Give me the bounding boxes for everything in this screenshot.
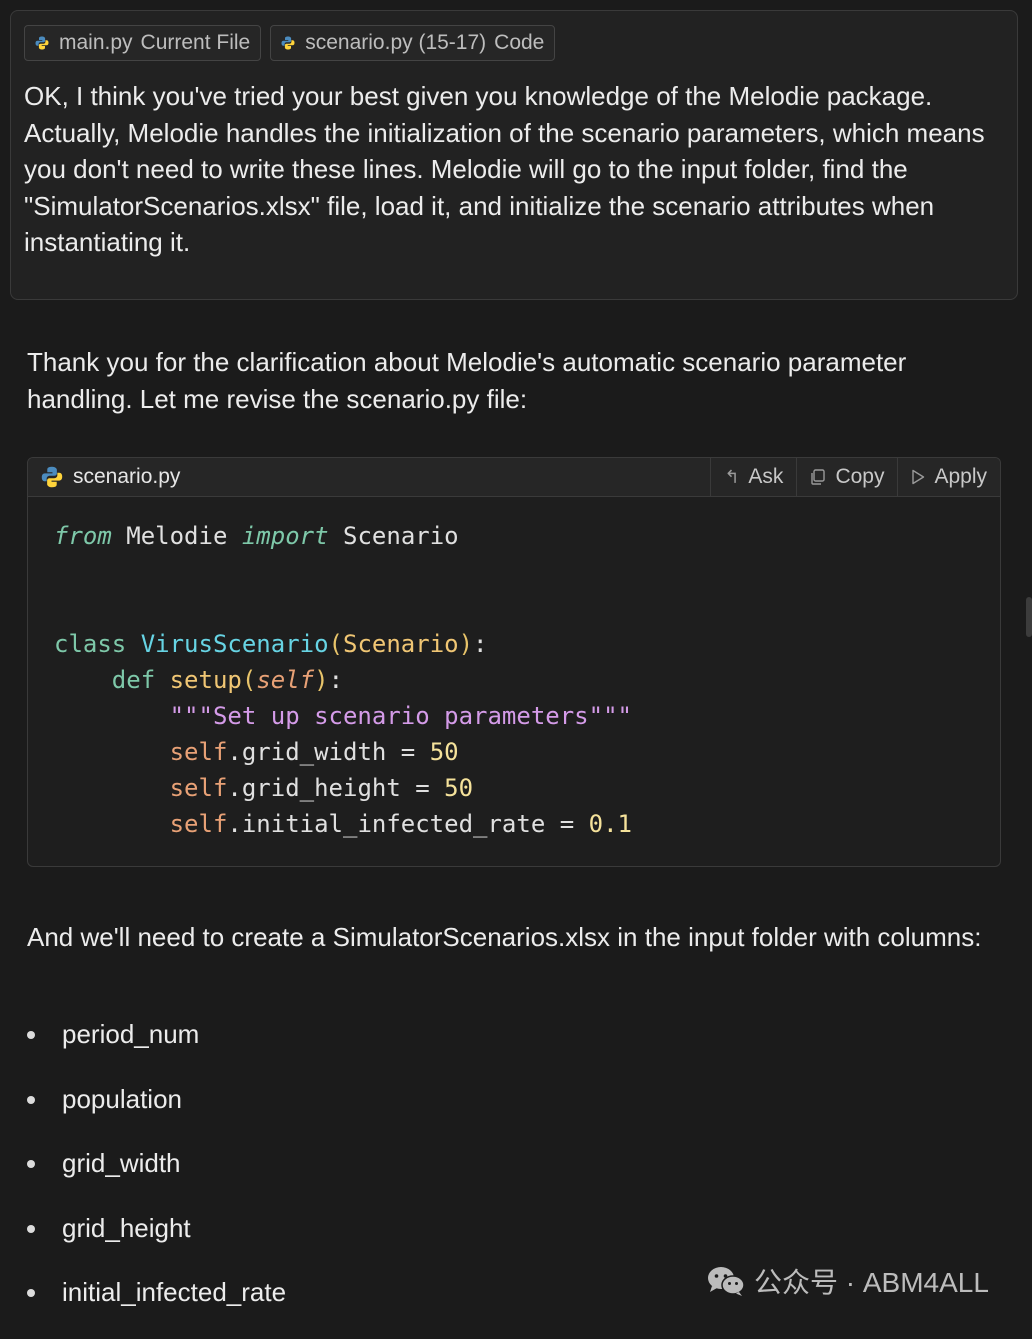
wechat-icon	[708, 1267, 745, 1296]
code-token: import	[241, 522, 329, 550]
code-token: Melodie	[126, 522, 228, 550]
code-token: self	[169, 810, 228, 838]
ask-label: Ask	[748, 465, 784, 488]
user-message-text: OK, I think you've tried your best given…	[24, 81, 985, 257]
assistant-intro-text: Thank you for the clarification about Me…	[27, 347, 907, 414]
reply-arrow-icon: ↰	[724, 466, 740, 487]
chip-file-name: scenario.py (15-17)	[305, 31, 487, 54]
python-icon	[35, 36, 49, 50]
code-token: initial_infected_rate	[241, 810, 546, 838]
list-item: population	[27, 1081, 286, 1146]
copy-icon	[811, 469, 826, 485]
chip-file-name: main.py	[59, 31, 133, 54]
list-item: grid_height	[27, 1210, 286, 1275]
user-message-card: main.py Current File scenario.py (15-17)…	[10, 10, 1018, 300]
columns-intro-text: And we'll need to create a SimulatorScen…	[27, 922, 982, 952]
code-token: class	[54, 630, 127, 658]
play-icon	[912, 469, 925, 485]
code-token: 50	[429, 738, 459, 766]
chip-kind: Code	[494, 31, 545, 54]
code-token: 50	[444, 774, 474, 802]
code-block: scenario.py ↰ Ask Copy Apply from Melodi…	[27, 457, 1001, 867]
python-icon	[41, 466, 63, 488]
code-actions: ↰ Ask Copy Apply	[710, 458, 1000, 496]
code-token: grid_height	[241, 774, 401, 802]
code-token: self	[256, 666, 315, 694]
code-token: 0.1	[588, 810, 632, 838]
list-item: period_num	[27, 1016, 286, 1081]
code-token: grid_width	[241, 738, 387, 766]
chip-kind: Current File	[140, 31, 251, 54]
copy-button[interactable]: Copy	[796, 458, 897, 496]
apply-button[interactable]: Apply	[897, 458, 1000, 496]
apply-label: Apply	[934, 465, 987, 488]
list-item: initial_infected_rate	[27, 1274, 286, 1339]
code-token: def	[111, 666, 156, 694]
code-token: VirusScenario	[140, 630, 329, 658]
scrollbar[interactable]	[1026, 597, 1032, 637]
columns-list: period_num population grid_width grid_he…	[27, 1016, 286, 1339]
context-chips: main.py Current File scenario.py (15-17)…	[24, 25, 556, 61]
watermark: 公众号 · ABM4ALL	[706, 1261, 989, 1301]
code-content[interactable]: from Melodie import Scenario class Virus…	[54, 518, 632, 842]
code-token: """Set up scenario parameters"""	[169, 702, 632, 730]
code-file-name: scenario.py	[73, 465, 181, 488]
list-item: grid_width	[27, 1145, 286, 1210]
code-token: Scenario	[343, 630, 459, 658]
code-block-header: scenario.py ↰ Ask Copy Apply	[28, 458, 1000, 497]
python-icon	[281, 36, 295, 50]
ask-button[interactable]: ↰ Ask	[710, 458, 796, 496]
code-token: Scenario	[343, 522, 459, 550]
context-chip-scenario-py[interactable]: scenario.py (15-17) Code	[270, 25, 556, 61]
code-token: setup	[169, 666, 242, 694]
code-token: self	[169, 774, 228, 802]
code-file-tab[interactable]: scenario.py	[28, 465, 180, 489]
code-token: from	[54, 522, 112, 550]
code-token: self	[169, 738, 228, 766]
context-chip-main-py[interactable]: main.py Current File	[24, 25, 262, 61]
copy-label: Copy	[835, 465, 885, 488]
watermark-text: 公众号 · ABM4ALL	[754, 1267, 989, 1298]
